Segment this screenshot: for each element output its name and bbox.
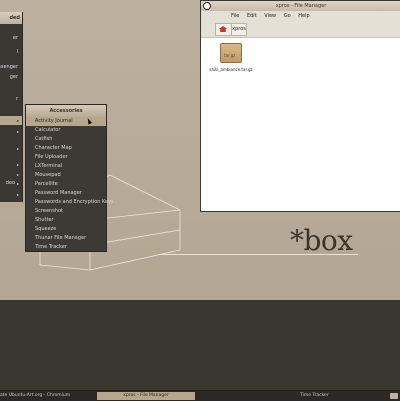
file-name: shiki_ambiance.tar.gz — [209, 67, 253, 72]
arrow-right-icon: ▸ — [17, 192, 20, 197]
main-menu-item[interactable]: ▸ — [0, 160, 22, 169]
menu-item-character-map[interactable]: Character Map — [26, 144, 106, 153]
menu-view[interactable]: View — [264, 13, 276, 19]
menu-item-activity-journal[interactable]: Activity Journal — [26, 117, 106, 126]
archive-icon: tar.gz — [220, 43, 242, 63]
main-menu-item[interactable] — [0, 107, 22, 116]
home-button[interactable] — [215, 23, 232, 36]
file-item[interactable]: tar.gz shiki_ambiance.tar.gz — [209, 43, 253, 72]
menu-item-screenshot[interactable]: Screenshot — [26, 207, 106, 216]
main-menu-item[interactable]: l — [0, 48, 22, 57]
menu-go[interactable]: Go — [284, 13, 291, 19]
location-toolbar: xpros — [201, 21, 400, 38]
menu-item-file-uploader[interactable]: File Uploader — [26, 153, 106, 162]
main-menu-header: ded — [0, 12, 22, 24]
home-icon — [219, 26, 227, 32]
menu-item-parcellite[interactable]: Parcellite — [26, 180, 106, 189]
menu-item-calculator[interactable]: Calculator — [26, 126, 106, 135]
arrow-right-icon: ▸ — [17, 146, 20, 151]
menubar: File Edit View Go Help — [201, 11, 400, 21]
menu-help[interactable]: Help — [298, 13, 309, 19]
window-title: xpros - File Manager — [275, 3, 327, 9]
main-menu-item[interactable]: r — [0, 95, 22, 104]
menu-file[interactable]: File — [231, 13, 239, 19]
main-menu[interactable]: ded er l ssenger ger r ▸ ▸ ▸ ▸ ▸ deo ▸ ▸ — [0, 12, 23, 202]
main-menu-item[interactable]: er — [0, 34, 22, 43]
file-view[interactable]: tar.gz shiki_ambiance.tar.gz — [201, 38, 400, 211]
path-button[interactable]: xpros — [231, 23, 247, 36]
menu-item-lxterminal[interactable]: LXTerminal — [26, 162, 106, 171]
accessories-submenu[interactable]: Accessories Activity Journal Calculator … — [25, 104, 114, 252]
window-titlebar[interactable]: xpros - File Manager — [201, 1, 400, 11]
menu-item-shutter[interactable]: Shutter — [26, 216, 106, 225]
main-menu-item[interactable]: deo ▸ — [0, 179, 22, 188]
taskbar-task-time-tracker[interactable]: Time Tracker — [300, 392, 380, 400]
main-menu-item[interactable]: ▸ — [0, 170, 22, 179]
desktop-lower-area — [0, 300, 400, 390]
menu-item-squeeze[interactable]: Squeeze — [26, 225, 106, 234]
arrow-right-icon: ▸ — [17, 162, 20, 167]
menu-item-time-tracker[interactable]: Time Tracker — [26, 243, 106, 252]
main-menu-item[interactable]: ger — [0, 73, 22, 82]
arrow-right-icon: ▸ — [17, 118, 20, 123]
taskbar-task-file-manager[interactable]: xpros - File Manager — [97, 392, 195, 400]
main-menu-item[interactable] — [0, 84, 22, 93]
main-menu-item[interactable]: ▸ — [0, 127, 22, 136]
file-manager-window[interactable]: xpros - File Manager File Edit View Go H… — [200, 0, 400, 212]
window-menu-icon[interactable] — [203, 2, 211, 10]
main-menu-item[interactable]: ssenger — [0, 63, 22, 72]
main-menu-item[interactable]: ▸ — [0, 190, 22, 199]
taskbar-task-chromium[interactable]: ate Ubuntu-Art.org - Chromium — [0, 392, 95, 400]
taskbar: ate Ubuntu-Art.org - Chromium xpros - Fi… — [0, 390, 400, 401]
menu-item-passwords-encryption-keys[interactable]: Passwords and Encryption Keys — [26, 198, 114, 207]
menu-item-password-manager[interactable]: Password Manager — [26, 189, 106, 198]
wallpaper-brand: *box — [290, 224, 353, 257]
main-menu-item[interactable]: ▸ — [0, 144, 22, 153]
menu-item-catfish[interactable]: Catfish — [26, 135, 106, 144]
arrow-right-icon: ▸ — [17, 129, 20, 134]
menu-edit[interactable]: Edit — [247, 13, 257, 19]
accessories-submenu-header: Accessories — [26, 105, 106, 117]
arrow-right-icon: ▸ — [17, 181, 20, 186]
menu-item-thunar-file-manager[interactable]: Thunar File Manager — [26, 234, 106, 243]
tray-icon[interactable] — [390, 393, 398, 399]
menu-item-mousepad[interactable]: Mousepad — [26, 171, 106, 180]
main-menu-item-accessories[interactable]: ▸ — [0, 116, 22, 125]
arrow-right-icon: ▸ — [17, 172, 20, 177]
